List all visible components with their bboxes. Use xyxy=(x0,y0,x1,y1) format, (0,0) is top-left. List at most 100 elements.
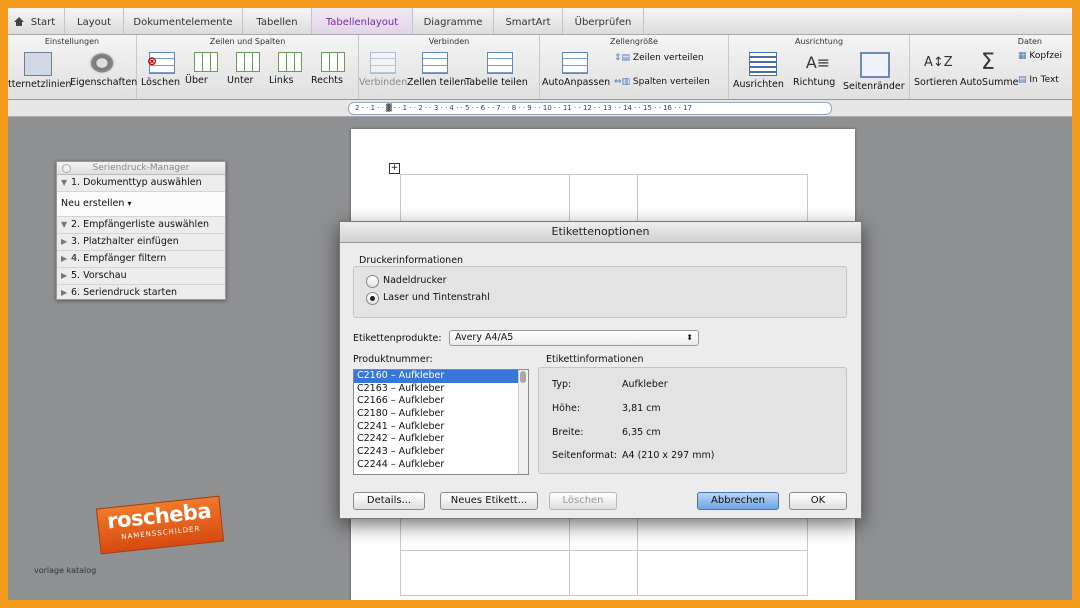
gridlines-button[interactable]: tternetzlinien xyxy=(8,49,71,97)
product-list-item[interactable]: C2160 – Aufkleber xyxy=(354,370,528,383)
label-options-dialog: Etikettenoptionen Druckerinformationen N… xyxy=(339,221,862,519)
sigma-icon: Σ xyxy=(981,50,995,75)
group-ausrichtung: Ausrichtung Ausrichten A≡ Richtung Seite… xyxy=(729,35,910,99)
details-button[interactable]: Details... xyxy=(353,492,425,510)
group-title: Verbinden xyxy=(428,37,470,46)
product-list-item[interactable]: C2180 – Aufkleber xyxy=(354,408,528,421)
gridlines-icon xyxy=(24,52,52,76)
insert-below-icon xyxy=(236,52,260,72)
disclosure-closed-icon: ▶ xyxy=(61,254,68,263)
header-row-icon: ▦ xyxy=(1018,51,1027,61)
product-list-item[interactable]: C2241 – Aufkleber xyxy=(354,421,528,434)
disclosure-closed-icon: ▶ xyxy=(61,271,68,280)
convert-to-text-button[interactable]: ▤ In Text xyxy=(1018,75,1059,85)
insert-right-icon xyxy=(321,52,345,72)
distribute-columns-icon: ⇔▥ xyxy=(614,77,631,87)
ok-button[interactable]: OK xyxy=(789,492,847,510)
product-list-item[interactable]: C2163 – Aufkleber xyxy=(354,383,528,396)
radio-laser-label[interactable]: Laser und Tintenstrahl xyxy=(383,292,490,303)
convert-text-icon: ▤ xyxy=(1018,75,1027,85)
info-width-label: Breite: xyxy=(552,427,584,438)
mm-step-3[interactable]: ▶ 3. Platzhalter einfügen xyxy=(57,234,225,251)
close-icon[interactable] xyxy=(62,164,71,173)
header-row-button[interactable]: ▦ Kopfzei xyxy=(1018,51,1062,61)
info-format-label: Seitenformat: xyxy=(552,450,618,461)
split-table-button[interactable]: Tabelle teilen xyxy=(465,49,535,97)
ribbon-tab-bar: Start Layout Dokumentelemente Tabellen T… xyxy=(8,8,1072,35)
group-title: Zellengröße xyxy=(610,37,658,46)
distribute-rows-button[interactable]: ⇕▤ Zeilen verteilen xyxy=(614,53,704,63)
updown-arrow-icon: ⬍ xyxy=(686,333,693,342)
info-type-value: Aufkleber xyxy=(622,379,668,390)
radio-dot-matrix-label[interactable]: Nadeldrucker xyxy=(383,275,447,286)
label-products-select[interactable]: Avery A4/A5 ⬍ xyxy=(449,330,699,346)
list-scrollbar[interactable] xyxy=(518,370,528,474)
cell-margins-button[interactable]: Seitenränder xyxy=(843,49,907,97)
insert-below-button[interactable]: Unter xyxy=(227,49,269,97)
disclosure-closed-icon: ▶ xyxy=(61,237,68,246)
tab-ueberpruefen[interactable]: Überprüfen xyxy=(563,8,644,34)
group-title: Ausrichtung xyxy=(794,37,844,46)
mm-step-4[interactable]: ▶ 4. Empfänger filtern xyxy=(57,251,225,268)
new-label-button[interactable]: Neues Etikett... xyxy=(440,492,538,510)
split-cells-icon xyxy=(422,52,448,74)
tab-start[interactable]: Start xyxy=(8,8,65,34)
roscheba-logo: roscheba NAMENSSCHILDER xyxy=(95,495,225,555)
distribute-columns-button[interactable]: ⇔▥ Spalten verteilen xyxy=(614,77,710,87)
delete-button[interactable]: ⊗ Löschen xyxy=(141,49,183,97)
mm-create-new[interactable]: Neu erstellen ▾ xyxy=(57,192,225,217)
split-cells-button[interactable]: Zellen teilen xyxy=(407,49,466,97)
radio-laser[interactable] xyxy=(366,292,379,305)
group-verbinden: Verbinden Verbinden Zellen teilen Tabell… xyxy=(359,35,540,99)
disclosure-open-icon: ▼ xyxy=(61,220,68,229)
cancel-button[interactable]: Abbrechen xyxy=(697,492,779,510)
radio-dot-matrix[interactable] xyxy=(366,275,379,288)
direction-button[interactable]: A≡ Richtung xyxy=(793,49,843,97)
autofit-icon xyxy=(562,52,588,74)
product-number-list[interactable]: C2160 – Aufkleber C2163 – Aufkleber C2166 … xyxy=(353,369,529,475)
tab-layout[interactable]: Layout xyxy=(65,8,124,34)
printer-section-label: Druckerinformationen xyxy=(359,255,464,266)
product-list-item[interactable]: C2166 – Aufkleber xyxy=(354,395,528,408)
tab-diagramme[interactable]: Diagramme xyxy=(413,8,494,34)
mm-step-6[interactable]: ▶ 6. Seriendruck starten xyxy=(57,285,225,301)
disclosure-closed-icon: ▶ xyxy=(61,288,68,297)
scroll-thumb[interactable] xyxy=(520,371,526,383)
merge-cells-icon xyxy=(370,52,396,74)
mm-step-2[interactable]: ▼ 2. Empfängerliste auswählen xyxy=(57,217,225,234)
insert-above-icon xyxy=(194,52,218,72)
delete-table-icon: ⊗ xyxy=(147,52,175,74)
insert-left-button[interactable]: Links xyxy=(269,49,311,97)
tab-tabellenlayout[interactable]: Tabellenlayout xyxy=(312,8,413,34)
product-number-label: Produktnummer: xyxy=(353,354,433,365)
table-move-handle-icon[interactable]: + xyxy=(389,163,400,174)
mail-merge-titlebar[interactable]: Seriendruck-Manager xyxy=(57,162,225,175)
mm-step-5[interactable]: ▶ 5. Vorschau xyxy=(57,268,225,285)
tab-tabellen[interactable]: Tabellen xyxy=(243,8,312,34)
app-window: Start Layout Dokumentelemente Tabellen T… xyxy=(8,8,1072,600)
delete-label-button[interactable]: Löschen xyxy=(549,492,617,510)
autofit-button[interactable]: AutoAnpassen xyxy=(542,49,610,97)
product-list-item[interactable]: C2243 – Aufkleber xyxy=(354,446,528,459)
autosum-button[interactable]: Σ AutoSumme xyxy=(960,49,1018,97)
horizontal-ruler[interactable]: 2 · · 1 · · ▓ · · 1 · · 2 · · 3 · · 4 · … xyxy=(348,102,832,115)
product-list-item[interactable]: C2244 – Aufkleber xyxy=(354,459,528,472)
product-list-item[interactable]: C2242 – Aufkleber xyxy=(354,433,528,446)
sort-icon: A↕Z xyxy=(924,55,953,70)
ribbon: Einstellungen tternetzlinien Eigenschaft… xyxy=(8,35,1072,100)
tab-dokumentelemente[interactable]: Dokumentelemente xyxy=(124,8,243,34)
sort-button[interactable]: A↕Z Sortieren xyxy=(914,49,960,97)
tab-smartart[interactable]: SmartArt xyxy=(494,8,563,34)
group-title: Zeilen und Spalten xyxy=(209,37,286,46)
align-button[interactable]: Ausrichten xyxy=(733,49,793,97)
label-info-title: Etikettinformationen xyxy=(546,354,644,365)
merge-cells-button[interactable]: Verbinden xyxy=(359,49,407,97)
split-table-icon xyxy=(487,52,513,74)
insert-above-button[interactable]: Über xyxy=(185,49,227,97)
mm-step-1[interactable]: ▼ 1. Dokumenttyp auswählen xyxy=(57,175,225,192)
group-daten: Daten A↕Z Sortieren Σ AutoSumme ▦ Kopfze… xyxy=(910,35,1072,99)
group-zeilen-spalten: Zeilen und Spalten ⊗ Löschen Über Unter … xyxy=(137,35,359,99)
insert-right-button[interactable]: Rechts xyxy=(311,49,355,97)
properties-button[interactable]: Eigenschaften xyxy=(70,49,137,97)
info-height-label: Höhe: xyxy=(552,403,581,414)
